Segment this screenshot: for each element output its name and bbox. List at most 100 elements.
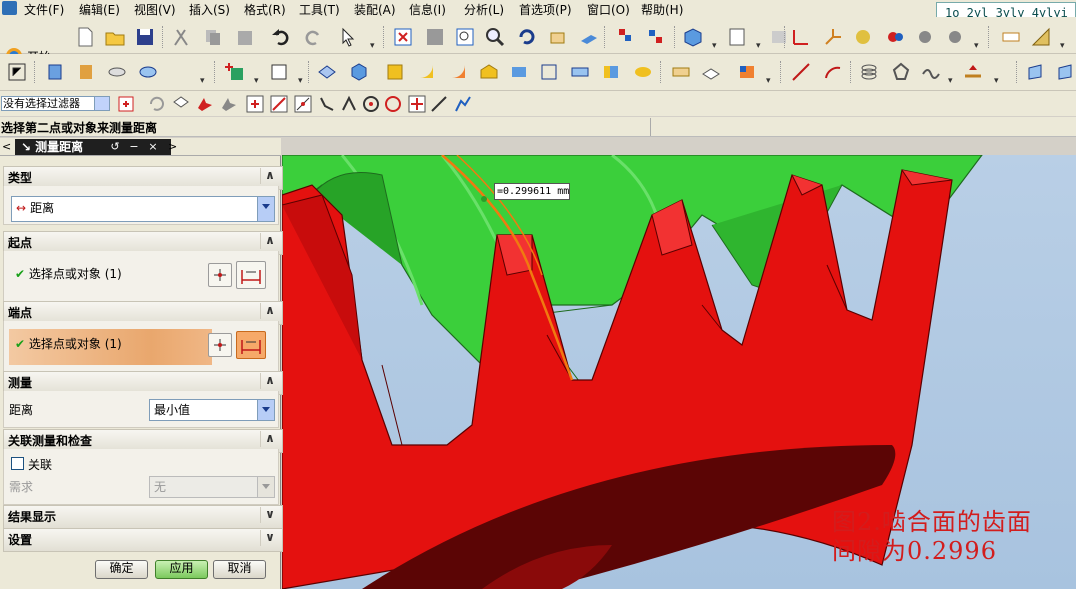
snap-control-icon[interactable]: [316, 93, 338, 115]
curve-ops-icon[interactable]: [962, 61, 984, 83]
chevron-up-icon[interactable]: ∧: [260, 168, 279, 184]
app-icon[interactable]: [2, 1, 17, 15]
zoom-icon[interactable]: [454, 26, 476, 48]
hole-icon[interactable]: [448, 61, 470, 83]
apply-button[interactable]: 应用: [155, 560, 208, 579]
point-dialog-button[interactable]: [208, 333, 232, 357]
point-dialog-button[interactable]: [208, 263, 232, 287]
chevron-down-icon[interactable]: [257, 400, 274, 420]
menu-edit[interactable]: 编辑(E): [79, 1, 120, 18]
chevron-down-icon[interactable]: [257, 197, 274, 221]
surface-mesh-icon[interactable]: [1056, 61, 1076, 83]
shaded-icon[interactable]: [682, 26, 704, 48]
wcs-orient-icon[interactable]: [822, 26, 844, 48]
chevron-down-icon[interactable]: ∨: [260, 507, 279, 523]
zoom-in-icon[interactable]: [484, 26, 506, 48]
boss-icon[interactable]: [478, 61, 500, 83]
chevron-down-icon[interactable]: ∨: [260, 530, 279, 546]
menu-assembly[interactable]: 装配(A): [354, 1, 396, 18]
section-settings-header[interactable]: 设置 ∨: [3, 528, 283, 552]
menu-tools[interactable]: 工具(T): [299, 1, 340, 18]
chevron-up-icon[interactable]: ∧: [260, 373, 279, 389]
tube-icon[interactable]: [137, 61, 159, 83]
close-icon[interactable]: ×: [146, 140, 160, 154]
minimize-icon[interactable]: −: [127, 140, 141, 154]
chevron-down-icon[interactable]: [257, 477, 274, 497]
thread-icon[interactable]: [632, 61, 654, 83]
reset-icon[interactable]: ↺: [108, 140, 122, 154]
perspective-icon[interactable]: [578, 26, 600, 48]
cut-icon[interactable]: [170, 26, 192, 48]
inferred-point-button[interactable]: [236, 261, 266, 289]
filter-icon[interactable]: [115, 93, 137, 115]
menu-insert[interactable]: 插入(S): [189, 1, 230, 18]
pocket-icon[interactable]: [508, 61, 530, 83]
layer-icon[interactable]: [614, 26, 636, 48]
snap-intersection-icon[interactable]: [338, 93, 360, 115]
undo-icon[interactable]: [270, 26, 292, 48]
ruler-icon[interactable]: [1030, 26, 1052, 48]
instance-icon[interactable]: [670, 61, 692, 83]
snap-existing-point-icon[interactable]: [406, 93, 428, 115]
type-filter-select[interactable]: 没有选择过滤器: [1, 96, 110, 111]
redo-icon[interactable]: [302, 26, 324, 48]
datum-point-icon[interactable]: [224, 61, 246, 83]
arc-icon[interactable]: [822, 61, 844, 83]
select-feature-icon[interactable]: [218, 93, 240, 115]
copy-icon[interactable]: [202, 26, 224, 48]
chevron-up-icon[interactable]: ∧: [260, 431, 279, 447]
extrude-icon[interactable]: [44, 61, 66, 83]
ok-button[interactable]: 确定: [95, 560, 148, 579]
end-select-row[interactable]: ✔ 选择点或对象 (1): [9, 329, 212, 365]
measure-distance-select[interactable]: 最小值: [149, 399, 275, 421]
box-icon[interactable]: [316, 61, 338, 83]
snap-quadrant-icon[interactable]: [382, 93, 404, 115]
save-icon[interactable]: [134, 26, 156, 48]
spline-icon[interactable]: [920, 61, 942, 83]
pad-icon[interactable]: [538, 61, 560, 83]
select-body-icon[interactable]: [194, 93, 216, 115]
menu-window[interactable]: 窗口(O): [587, 1, 630, 18]
menu-analysis[interactable]: 分析(L): [464, 1, 504, 18]
grid-icon[interactable]: [1000, 26, 1022, 48]
cylinder-icon[interactable]: [348, 61, 370, 83]
revolve-icon[interactable]: [75, 61, 97, 83]
snap-on-face-icon[interactable]: [452, 93, 474, 115]
chevron-up-icon[interactable]: ∧: [260, 303, 279, 319]
section-results-header[interactable]: 结果显示 ∨: [3, 505, 283, 529]
fit-icon[interactable]: [392, 26, 414, 48]
snap-on-curve-icon[interactable]: [428, 93, 450, 115]
sphere-icon[interactable]: [416, 61, 438, 83]
slot-icon[interactable]: [569, 61, 591, 83]
collapse-left-icon[interactable]: <: [2, 140, 11, 153]
rotate-icon[interactable]: [516, 26, 538, 48]
helix-icon[interactable]: [858, 61, 880, 83]
menu-file[interactable]: 文件(F): [24, 1, 64, 18]
chevron-up-icon[interactable]: ∧: [260, 233, 279, 249]
inferred-point-button[interactable]: [236, 331, 266, 359]
menu-info[interactable]: 信息(I): [409, 1, 446, 18]
datum-plane-icon[interactable]: [268, 61, 290, 83]
collapse-right-icon[interactable]: >: [168, 140, 177, 153]
pan-icon[interactable]: [547, 26, 569, 48]
snap-more-icon[interactable]: [944, 26, 966, 48]
wireframe-icon[interactable]: [726, 26, 748, 48]
sketch-icon[interactable]: [6, 61, 28, 83]
menu-format[interactable]: 格式(R): [244, 1, 286, 18]
snap-point-icon[interactable]: [884, 26, 906, 48]
feature-ops-icon[interactable]: [736, 61, 758, 83]
snap-center-icon[interactable]: [360, 93, 382, 115]
menu-preferences[interactable]: 首选项(P): [519, 1, 572, 18]
line-icon[interactable]: [790, 61, 812, 83]
cone-icon[interactable]: [384, 61, 406, 83]
menu-view[interactable]: 视图(V): [134, 1, 176, 18]
snap-icon[interactable]: [852, 26, 874, 48]
zoom-window-icon[interactable]: [424, 26, 446, 48]
associative-checkbox[interactable]: [11, 457, 24, 470]
polygon-icon[interactable]: [890, 61, 912, 83]
surface-icon[interactable]: [1026, 61, 1048, 83]
select-face-icon[interactable]: [170, 93, 192, 115]
requirement-select[interactable]: 无: [149, 476, 275, 498]
wcs-icon[interactable]: [790, 26, 812, 48]
snap-endpoint-icon[interactable]: [244, 93, 266, 115]
